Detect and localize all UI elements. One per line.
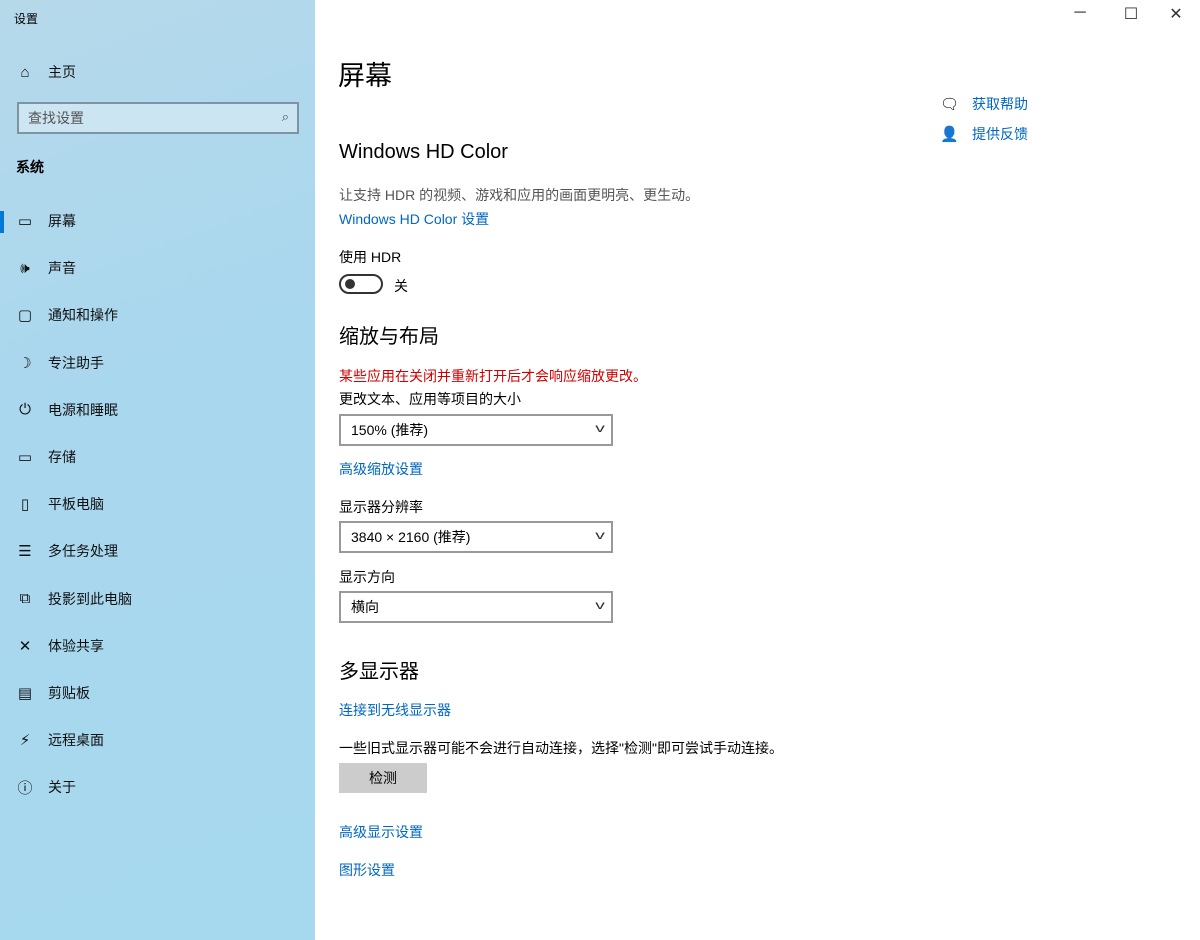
- sidebar-item-label: 电源和睡眠: [48, 401, 118, 418]
- sidebar-item-icon: ☽: [18, 354, 32, 372]
- sidebar-item-icon: ⚡: [19, 732, 31, 750]
- resolution-label: 显示器分辨率: [339, 499, 423, 515]
- sidebar-item[interactable]: ▯ 平板电脑: [0, 484, 315, 524]
- get-help-label[interactable]: 获取帮助: [972, 94, 1028, 114]
- feedback-label[interactable]: 提供反馈: [972, 124, 1028, 144]
- sidebar: 设置 ⌂ 主页 查找设置 ⌕ 系统 ▭ 屏幕 🕪 声音 ▢ 通知和操作 ☽ 专注助手 ⏻ 电源和睡…: [0, 0, 315, 940]
- hd-color-settings-link[interactable]: Windows HD Color 设置: [339, 209, 489, 229]
- sidebar-item[interactable]: ▢ 通知和操作: [0, 295, 315, 335]
- home-icon: ⌂: [20, 63, 30, 81]
- resolution-dropdown[interactable]: 3840 × 2160 (推荐) v: [339, 521, 613, 553]
- sidebar-item-icon: ⏻: [19, 401, 31, 419]
- chevron-down-icon: v: [595, 528, 605, 542]
- hdr-label: 使用 HDR: [339, 249, 402, 265]
- sidebar-item-label: 专注助手: [48, 354, 104, 371]
- sidebar-item-home[interactable]: ⌂ 主页: [0, 52, 315, 92]
- minimize-button[interactable]: ─: [1060, 4, 1100, 22]
- sidebar-item[interactable]: ▭ 存储: [0, 437, 315, 477]
- sidebar-item-icon: 🕪: [20, 259, 30, 277]
- sidebar-item[interactable]: ▤ 剪贴板: [0, 673, 315, 713]
- feedback-person-icon: 👤: [940, 126, 959, 143]
- sidebar-item[interactable]: ⓘ 关于: [0, 767, 315, 807]
- search-icon[interactable]: ⌕: [282, 109, 289, 125]
- hdr-toggle[interactable]: [339, 274, 383, 294]
- sidebar-item-label: 关于: [48, 779, 76, 796]
- app-title: 设置: [14, 12, 39, 26]
- sidebar-item-icon: ⓘ: [17, 779, 33, 797]
- sidebar-item-label: 平板电脑: [48, 496, 104, 513]
- wireless-display-link[interactable]: 连接到无线显示器: [339, 700, 451, 720]
- advanced-scaling-link[interactable]: 高级缩放设置: [339, 459, 423, 479]
- scale-layout-heading: 缩放与布局: [339, 326, 439, 348]
- scale-dropdown[interactable]: 150% (推荐) v: [339, 414, 613, 446]
- help-chat-icon: 🗨: [940, 96, 960, 113]
- sidebar-item[interactable]: ☽ 专注助手: [0, 343, 315, 383]
- sidebar-item-label: 多任务处理: [48, 543, 118, 560]
- close-button[interactable]: ✕: [1156, 4, 1196, 24]
- sidebar-item[interactable]: ▭ 屏幕: [0, 201, 315, 241]
- detect-button[interactable]: 检测: [339, 763, 427, 793]
- chevron-down-icon: v: [595, 421, 605, 435]
- sidebar-item-icon: ▢: [17, 307, 33, 325]
- multi-display-heading: 多显示器: [339, 661, 419, 683]
- sidebar-item-label: 剪贴板: [48, 685, 90, 701]
- sidebar-item-icon: ▯: [20, 496, 30, 514]
- sidebar-item-label: 体验共享: [48, 637, 104, 654]
- section-label: 系统: [16, 159, 44, 175]
- scale-warning: 某些应用在关闭并重新打开后才会响应缩放更改。: [339, 368, 647, 384]
- sidebar-item-icon: ☰: [18, 543, 32, 561]
- sidebar-item-icon: ✕: [18, 637, 32, 655]
- search-placeholder: 查找设置: [28, 110, 84, 126]
- get-help-link[interactable]: 🗨 获取帮助: [940, 94, 1028, 114]
- main-content: ─ ☐ ✕ 屏幕 🗨 获取帮助 👤 提供反馈 Windows HD Color …: [315, 0, 1200, 940]
- chevron-down-icon: v: [595, 598, 605, 612]
- sidebar-item-label: 屏幕: [48, 213, 76, 229]
- sidebar-item-icon: ▭: [17, 449, 33, 466]
- sidebar-item-icon: ▤: [17, 685, 33, 702]
- sidebar-item-label: 声音: [48, 260, 76, 277]
- detect-description: 一些旧式显示器可能不会进行自动连接，选择"检测"即可尝试手动连接。: [339, 740, 783, 756]
- graphics-settings-link[interactable]: 图形设置: [339, 860, 395, 880]
- sidebar-item[interactable]: ⧉ 投影到此电脑: [0, 579, 315, 619]
- page-title: 屏幕: [338, 61, 392, 91]
- hd-color-description: 让支持 HDR 的视频、游戏和应用的画面更明亮、更生动。: [339, 187, 700, 203]
- scale-value: 150% (推荐): [351, 422, 429, 438]
- sidebar-item[interactable]: ⚡ 远程桌面: [0, 720, 315, 760]
- advanced-display-link[interactable]: 高级显示设置: [339, 822, 423, 842]
- sidebar-item-icon: ▭: [17, 213, 33, 230]
- orientation-value: 横向: [351, 599, 379, 615]
- search-input[interactable]: 查找设置 ⌕: [17, 102, 299, 134]
- orientation-label: 显示方向: [339, 569, 395, 585]
- feedback-link[interactable]: 👤 提供反馈: [940, 124, 1028, 144]
- resolution-value: 3840 × 2160 (推荐): [351, 529, 471, 545]
- sidebar-item-label: 远程桌面: [48, 732, 104, 749]
- sidebar-item-label: 主页: [48, 64, 76, 80]
- hdr-state: 关: [394, 278, 408, 294]
- maximize-button[interactable]: ☐: [1111, 4, 1151, 24]
- orientation-dropdown[interactable]: 横向 v: [339, 591, 613, 623]
- sidebar-item[interactable]: 🕪 声音: [0, 248, 315, 288]
- sidebar-item-icon: ⧉: [19, 590, 31, 608]
- sidebar-item[interactable]: ⏻ 电源和睡眠: [0, 390, 315, 430]
- sidebar-item-label: 投影到此电脑: [48, 590, 132, 607]
- sidebar-item[interactable]: ✕ 体验共享: [0, 626, 315, 666]
- size-label: 更改文本、应用等项目的大小: [339, 391, 521, 407]
- sidebar-item-label: 通知和操作: [48, 307, 118, 324]
- hd-color-heading: Windows HD Color: [339, 141, 508, 163]
- sidebar-item[interactable]: ☰ 多任务处理: [0, 531, 315, 571]
- sidebar-item-label: 存储: [48, 449, 76, 465]
